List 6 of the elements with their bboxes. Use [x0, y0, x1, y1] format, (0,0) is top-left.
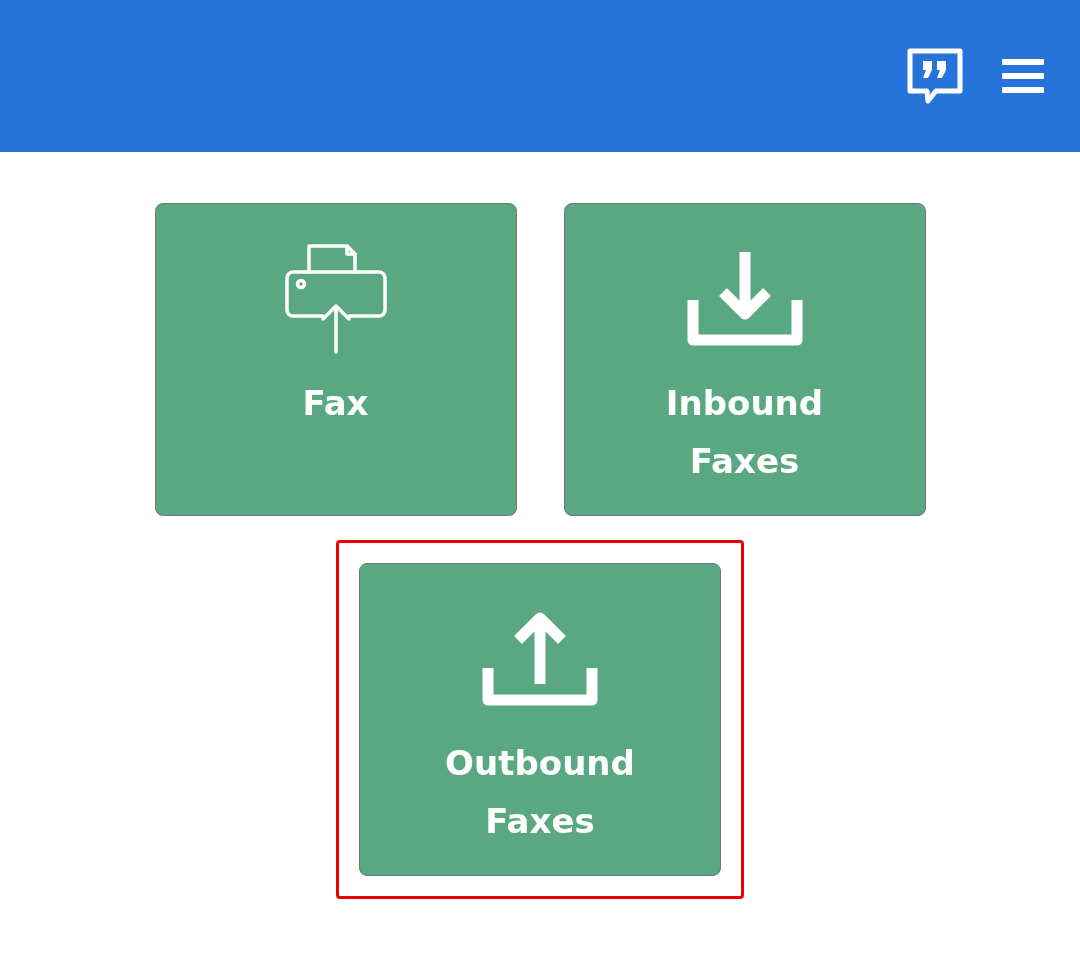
tile-button[interactable]: Inbound Faxes: [563, 203, 926, 516]
speech-bubble-quote-icon[interactable]: [906, 47, 964, 105]
menu-icon[interactable]: [1002, 57, 1044, 95]
printer-upload-icon: [284, 244, 387, 354]
tile-button[interactable]: Outbound Faxes: [359, 563, 721, 876]
tile-button[interactable]: Fax: [154, 203, 517, 516]
